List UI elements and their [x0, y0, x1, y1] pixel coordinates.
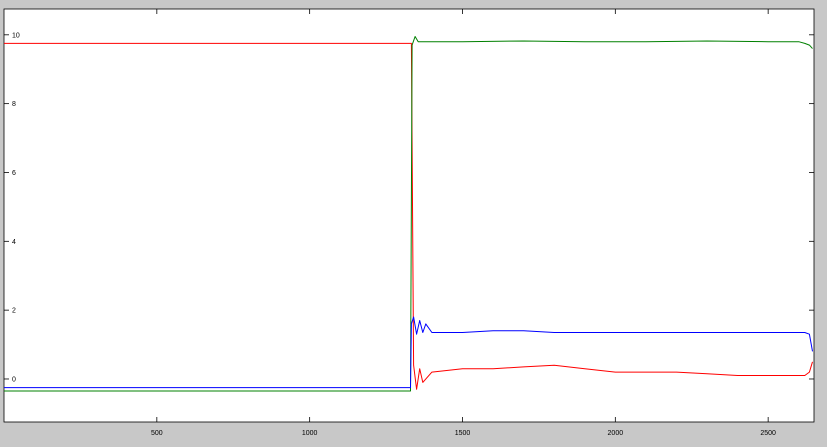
- x-tick-label: 2500: [760, 430, 776, 437]
- plot-area: [3, 8, 815, 423]
- chart-figure: 500 1000 1500 2000 2500 0 2 4 6 8 10: [0, 0, 827, 447]
- x-tick-label: 1000: [302, 430, 318, 437]
- y-tick-label: 0: [12, 376, 16, 383]
- y-tick-label: 10: [12, 32, 20, 39]
- y-tick-label: 6: [12, 170, 16, 177]
- y-tick-label: 8: [12, 101, 16, 108]
- y-tick-label: 2: [12, 308, 16, 315]
- x-tick-label: 500: [151, 430, 163, 437]
- y-tick-label: 4: [12, 239, 16, 246]
- plot-svg: 500 1000 1500 2000 2500 0 2 4 6 8 10: [3, 8, 815, 437]
- x-tick-label: 1500: [455, 430, 471, 437]
- x-tick-label: 2000: [608, 430, 624, 437]
